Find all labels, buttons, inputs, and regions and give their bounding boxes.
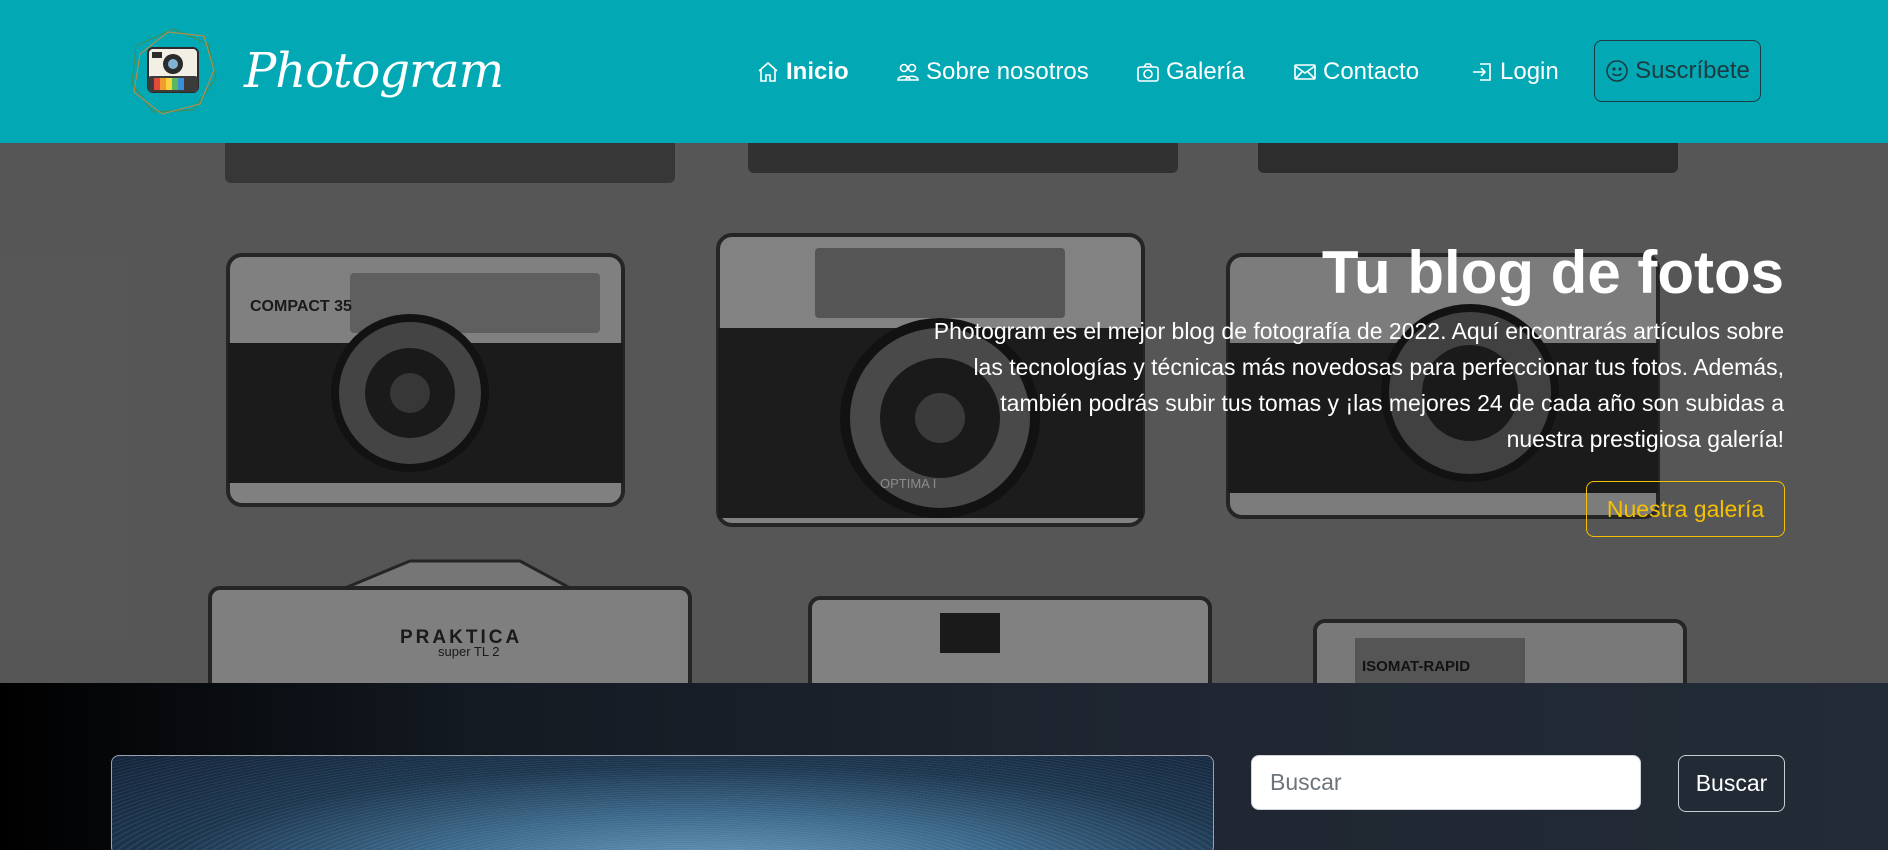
nav-item-label: Inicio xyxy=(786,58,849,85)
hero-section: COMPACT 35 OPTIMA I PRAKTICA super TL 2 … xyxy=(0,143,1888,683)
hero-description: Photogram es el mejor blog de fotografía… xyxy=(933,318,1784,452)
envelope-icon xyxy=(1294,64,1316,80)
nav-item-label: Galería xyxy=(1166,58,1245,85)
subscribe-label: Suscríbete xyxy=(1635,57,1750,84)
people-icon xyxy=(897,63,919,81)
nav-item-login[interactable]: Login xyxy=(1470,52,1559,92)
nav-item-sobre-nosotros[interactable]: Sobre nosotros xyxy=(896,52,1089,92)
navbar: Photogram Inicio Sobre nosotros Galería … xyxy=(0,0,1888,143)
search-button[interactable]: Buscar xyxy=(1678,755,1785,812)
featured-post-image[interactable] xyxy=(111,755,1214,850)
nav-item-inicio[interactable]: Inicio xyxy=(756,52,849,92)
camera-icon xyxy=(1137,63,1159,82)
nav-item-label: Sobre nosotros xyxy=(926,58,1089,85)
home-icon xyxy=(758,61,778,82)
image-texture xyxy=(112,756,1213,850)
content-section: Buscar xyxy=(0,683,1888,850)
gallery-button[interactable]: Nuestra galería xyxy=(1586,481,1785,537)
polaroid-camera-icon[interactable] xyxy=(128,26,218,116)
brand-name[interactable]: Photogram xyxy=(244,36,504,106)
login-icon xyxy=(1473,63,1491,81)
search-input[interactable] xyxy=(1251,755,1641,810)
nav-item-label: Contacto xyxy=(1323,58,1420,85)
smile-icon xyxy=(1606,60,1628,82)
subscribe-button[interactable]: Suscríbete xyxy=(1594,40,1761,102)
nav-item-label: Login xyxy=(1500,58,1559,85)
hero-title: Tu blog de fotos xyxy=(1321,239,1784,306)
nav-item-contacto[interactable]: Contacto xyxy=(1293,52,1419,92)
nav-item-galeria[interactable]: Galería xyxy=(1136,52,1245,92)
